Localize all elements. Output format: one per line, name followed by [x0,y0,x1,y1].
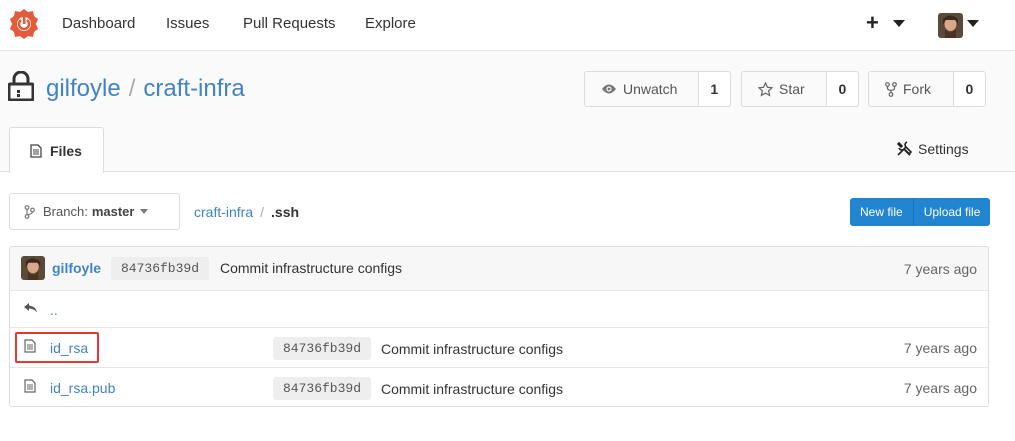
star-label: Star [779,81,805,97]
commit-author-avatar[interactable] [21,256,45,280]
nav-issues[interactable]: Issues [166,15,209,32]
create-dropdown-caret-icon[interactable] [893,20,905,27]
user-avatar[interactable] [938,13,963,38]
commit-age: 7 years ago [903,261,977,277]
tab-settings[interactable]: Settings [896,141,969,157]
tools-icon [896,141,912,156]
nav-dashboard[interactable]: Dashboard [62,15,135,32]
breadcrumb: craft-infra / .ssh [194,204,299,220]
parent-directory-row[interactable]: .. [10,290,988,328]
table-row: id_rsa 84736fb39d Commit infrastructure … [10,327,988,367]
create-new-icon[interactable]: + [866,12,879,34]
latest-commit-row: gilfoyle 84736fb39d Commit infrastructur… [10,247,988,290]
user-menu-caret-icon[interactable] [967,20,979,27]
file-actions: New file Upload file [850,198,991,226]
upload-file-button[interactable]: Upload file [912,198,991,226]
file-table: gilfoyle 84736fb39d Commit infrastructur… [9,246,989,407]
star-count[interactable]: 0 [826,72,858,106]
star-button[interactable]: Star [742,72,827,106]
fork-count[interactable]: 0 [953,72,985,106]
breadcrumb-current: .ssh [271,204,300,220]
unwatch-label: Unwatch [623,81,678,97]
unwatch-button[interactable]: Unwatch [585,72,699,106]
fork-icon [885,81,897,97]
tab-files-label: Files [50,142,82,159]
file-link-id-rsa-pub[interactable]: id_rsa.pub [50,380,115,396]
watch-count[interactable]: 1 [698,72,730,106]
commit-sha-button[interactable]: 84736fb39d [111,257,210,280]
commit-message[interactable]: Commit infrastructure configs [220,260,402,276]
star-button-group: Star 0 [741,71,859,107]
repo-name-link[interactable]: craft-infra [143,75,244,102]
breadcrumb-separator: / [260,204,265,220]
table-row: id_rsa.pub 84736fb39d Commit infrastruct… [10,367,988,407]
branch-caret-icon [140,209,149,214]
file-icon [24,379,36,393]
file-text-icon [30,143,42,158]
nav-explore[interactable]: Explore [365,15,416,32]
file-commit-sha[interactable]: 84736fb39d [273,337,372,360]
reply-arrow-icon [24,303,37,313]
fork-button[interactable]: Fork [869,72,954,106]
tab-files[interactable]: Files [9,127,104,173]
repo-owner-link[interactable]: gilfoyle [46,75,121,102]
repo-header: gilfoyle / craft-infra Unwatch 1 Star 0 Fo… [0,51,1015,173]
eye-icon [602,84,616,94]
file-commit-sha[interactable]: 84736fb39d [273,377,372,400]
file-commit-message[interactable]: Commit infrastructure configs [381,341,563,357]
new-file-button[interactable]: New file [850,198,913,226]
watch-button-group: Unwatch 1 [584,71,731,107]
lock-icon [8,71,34,101]
branch-icon [24,204,35,219]
fork-button-group: Fork 0 [868,71,986,107]
commit-author-link[interactable]: gilfoyle [52,260,101,276]
file-commit-age: 7 years ago [903,380,977,396]
branch-selector[interactable]: Branch: master [9,193,180,230]
breadcrumb-repo-link[interactable]: craft-infra [194,204,253,220]
branch-name: master [91,204,135,219]
file-commit-age: 7 years ago [903,340,977,356]
file-commit-message[interactable]: Commit infrastructure configs [381,381,563,397]
repo-title: gilfoyle / craft-infra [46,74,245,104]
highlight-box [15,332,99,363]
parent-directory-link[interactable]: .. [50,302,58,318]
tab-settings-label: Settings [918,141,969,157]
nav-pull-requests[interactable]: Pull Requests [243,15,336,32]
gitea-logo-icon[interactable] [8,8,40,40]
repo-title-separator: / [128,75,136,102]
fork-label: Fork [903,81,931,97]
star-icon [758,81,773,97]
branch-prefix: Branch: [43,204,88,219]
top-navbar: Dashboard Issues Pull Requests Explore + [0,0,1015,51]
